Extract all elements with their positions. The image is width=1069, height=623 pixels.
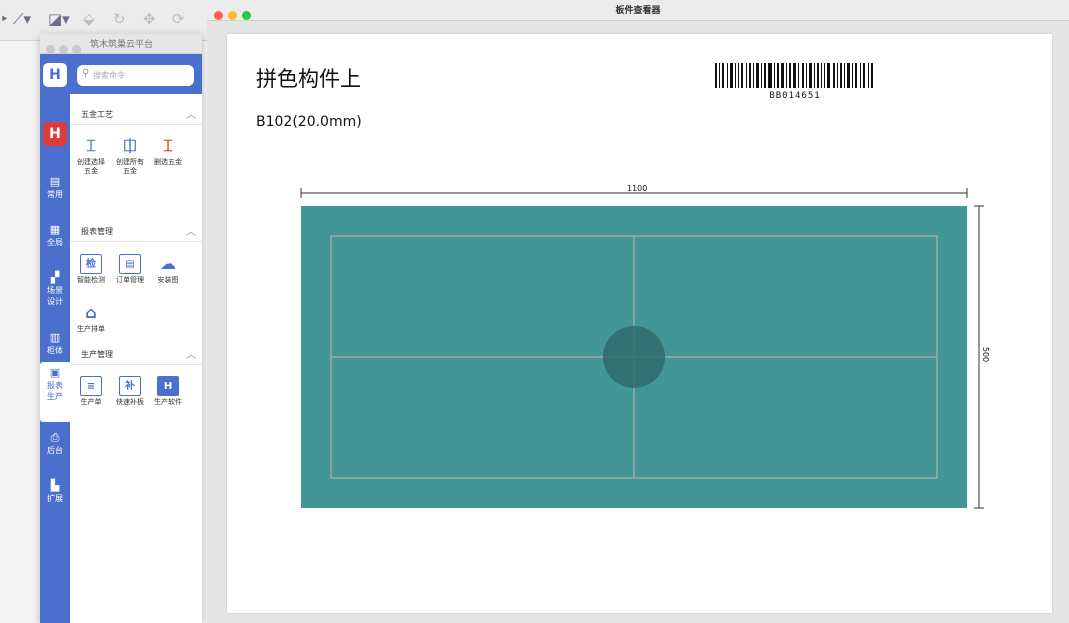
printer-icon: ⎙ (50, 431, 60, 444)
patch-icon: 补 (119, 376, 141, 396)
tool-create-all-hardware[interactable]: ⎅ 创建所有 五金 (110, 136, 150, 176)
order-icon: ▤ (119, 254, 141, 274)
cloud-upload-icon: ☁ (160, 254, 176, 273)
tool-label: 安装图 (157, 276, 179, 284)
global-icon: ▦ (49, 223, 61, 236)
hardware-select-icon: ⌶ (86, 136, 96, 155)
rail-item-common[interactable]: ▤ 常用 (40, 176, 70, 200)
minimize-button[interactable] (59, 45, 68, 54)
rail-item-label: 后台 (47, 446, 63, 455)
move-icon[interactable]: ⬙ (83, 10, 95, 28)
rail-item-extension[interactable]: ▙ 扩展 (40, 480, 70, 504)
search-input[interactable] (93, 68, 188, 82)
tool-label: 订单管理 (116, 276, 144, 284)
section-report-management[interactable]: 报表管理 ︿ (70, 221, 202, 242)
width-dimension-label: 1100 (627, 184, 648, 193)
tool-label: 生产单 (80, 398, 102, 406)
command-palette-window: 筑木筑巢云平台 H H ▤ 常用 ▦ 全局 ▞ 场景 设计 ▥ 柜体 ▣ 报表 生产 ⎙ 后… (40, 34, 202, 623)
check-icon: 检 (80, 254, 102, 274)
section-title: 生产管理 (81, 350, 113, 359)
drill-hole (603, 326, 665, 388)
rail-item-label: 报表 生产 (47, 381, 63, 401)
brand-icon[interactable]: H (43, 122, 67, 146)
tool-label: 快速补板 (116, 398, 144, 406)
palette-header: ⚲ (70, 54, 202, 94)
tool-production-scheduling[interactable]: ⌂ 生产排单 (71, 303, 111, 334)
board-drawing (300, 188, 984, 509)
chevron-up-icon[interactable]: ︿ (186, 223, 196, 238)
pen-icon[interactable]: ‣ (0, 10, 9, 28)
rail-item-scene-design[interactable]: ▞ 场景 设计 (40, 272, 70, 307)
rail-item-backend[interactable]: ⎙ 后台 (40, 432, 70, 456)
section-production-management[interactable]: 生产管理 ︿ (70, 344, 202, 365)
production-sheet-icon: ≡ (80, 376, 102, 396)
refresh-icon[interactable]: ⟳ (172, 10, 185, 28)
palette-content: 五金工艺 ︿ ⌶ 创建选择 五金 ⎅ 创建所有 五金 ⌶ 删选五金 报表管理 ︿ 检智… (70, 94, 202, 623)
tool-quick-patch-board[interactable]: 补快速补板 (110, 376, 150, 407)
tool-label: 智能检测 (77, 276, 105, 284)
factory-icon: ⌂ (85, 303, 97, 322)
section-title: 五金工艺 (81, 110, 113, 119)
tool-delete-hardware[interactable]: ⌶ 删选五金 (148, 136, 188, 167)
command-search[interactable]: ⚲ (77, 65, 194, 86)
close-button[interactable] (46, 45, 55, 54)
board-viewer-window: 板件查看器 拼色构件上 B102(20.0mm) BB014651 1100 5… (207, 0, 1069, 623)
section-title: 报表管理 (81, 227, 113, 236)
tool-label: 创建所有 五金 (116, 158, 144, 175)
tool-label: 生产软件 (154, 398, 182, 406)
rail-item-cabinet[interactable]: ▥ 柜体 (40, 332, 70, 356)
app-logo-icon: H (43, 63, 67, 87)
pen-icon[interactable]: ⟋▾ (13, 10, 31, 28)
category-rail: H H ▤ 常用 ▦ 全局 ▞ 场景 设计 ▥ 柜体 ▣ 报表 生产 ⎙ 后台 ▙ 扩展 (40, 54, 70, 623)
tool-production-software[interactable]: H 生产软件 (148, 376, 188, 407)
palette-titlebar: 筑木筑巢云平台 (40, 34, 202, 54)
section-hardware[interactable]: 五金工艺 ︿ (70, 104, 202, 125)
document-icon: ▤ (49, 175, 61, 188)
tool-label: 创建选择 五金 (77, 158, 105, 175)
tool-install-drawing[interactable]: ☁ 安装图 (148, 254, 188, 285)
clipboard-icon: ▣ (49, 366, 61, 379)
chevron-up-icon[interactable]: ︿ (186, 346, 196, 361)
viewer-title: 板件查看器 (615, 6, 661, 16)
rail-item-global[interactable]: ▦ 全局 (40, 224, 70, 248)
viewer-titlebar: 板件查看器 (207, 0, 1069, 21)
board-sheet: 拼色构件上 B102(20.0mm) BB014651 1100 500 (227, 34, 1052, 613)
tool-label: 生产排单 (77, 325, 105, 333)
tool-production-sheet[interactable]: ≡ 生产单 (71, 376, 111, 407)
search-icon: ⚲ (82, 68, 90, 79)
chevron-up-icon[interactable]: ︿ (186, 106, 196, 121)
rail-item-label: 常用 (47, 190, 63, 199)
arrows-icon[interactable]: ✥ (143, 10, 156, 28)
tool-order-management[interactable]: ▤ 订单管理 (110, 254, 150, 285)
extension-icon: ▙ (50, 479, 60, 492)
app-logo-icon: H (157, 376, 179, 396)
rail-item-label: 全局 (47, 238, 63, 247)
hardware-delete-icon: ⌶ (163, 136, 173, 155)
scene-icon: ▞ (50, 271, 60, 284)
tool-label: 删选五金 (154, 158, 182, 166)
height-dimension-label: 500 (981, 346, 991, 363)
rail-item-report-production[interactable]: ▣ 报表 生产 (40, 362, 70, 422)
hardware-all-icon: ⎅ (123, 136, 137, 155)
tool-create-selected-hardware[interactable]: ⌶ 创建选择 五金 (71, 136, 111, 176)
rotate-icon[interactable]: ↻ (113, 10, 126, 28)
tool-smart-check[interactable]: 检智能检测 (71, 254, 111, 285)
zoom-button[interactable] (72, 45, 81, 54)
rail-item-label: 扩展 (47, 494, 63, 503)
rail-item-label: 柜体 (47, 346, 63, 355)
palette-title: 筑木筑巢云平台 (90, 40, 154, 50)
rail-item-label: 场景 设计 (47, 286, 63, 306)
cabinet-icon: ▥ (49, 331, 61, 344)
rect-select-icon[interactable]: ◪▾ (48, 10, 70, 28)
